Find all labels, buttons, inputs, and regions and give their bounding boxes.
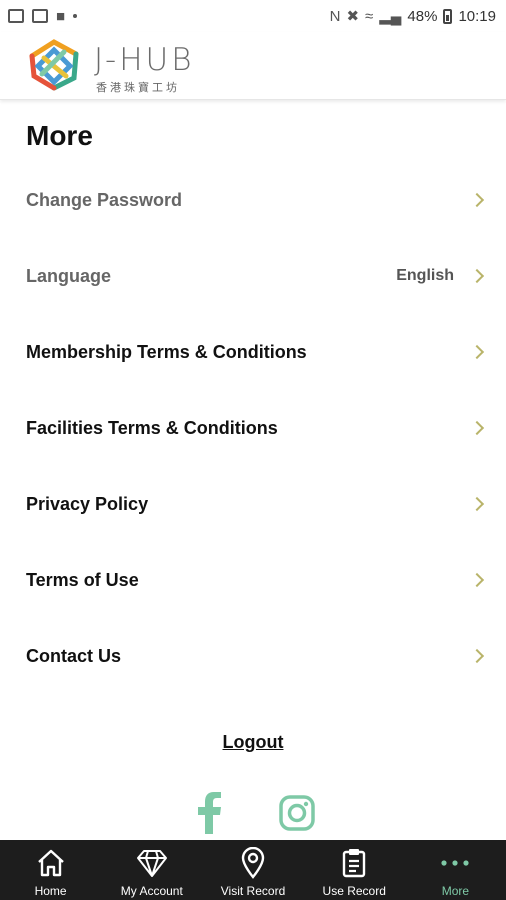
- menu-item-language[interactable]: Language English: [0, 238, 506, 314]
- logout-container: Logout: [0, 732, 506, 753]
- status-right: N ✖ ≈ ▂▄ 48% 10:19: [329, 7, 496, 26]
- clipboard-icon: [337, 846, 371, 880]
- menu-item-label: Change Password: [26, 189, 183, 210]
- shopping-bag-notification-icon: ■: [56, 7, 66, 25]
- menu-item-label: Facilities Terms & Conditions: [26, 417, 278, 438]
- menu-item-facilities-terms[interactable]: Facilities Terms & Conditions: [0, 390, 506, 466]
- status-bar: ■ N ✖ ≈ ▂▄ 48% 10:19: [0, 0, 506, 32]
- nav-visit-record[interactable]: Visit Record: [202, 840, 303, 900]
- nav-more[interactable]: More: [405, 840, 506, 900]
- menu-item-label: Terms of Use: [26, 569, 139, 590]
- settings-menu: Change Password Language English Members…: [0, 162, 506, 694]
- nav-label: Home: [34, 884, 67, 898]
- nav-label: Visit Record: [220, 884, 286, 898]
- language-value: English: [396, 267, 454, 284]
- chevron-right-icon: [469, 268, 485, 284]
- facebook-icon[interactable]: [186, 790, 232, 836]
- nav-label: More: [441, 884, 470, 898]
- logo-subtitle: 香港珠寶工坊: [96, 82, 180, 94]
- bottom-navigation: Home My Account Visit Record Use Record: [0, 840, 506, 900]
- nav-my-account[interactable]: My Account: [101, 840, 202, 900]
- menu-item-label: Privacy Policy: [26, 493, 149, 514]
- battery-percent: 48%: [407, 7, 438, 25]
- menu-item-terms-of-use[interactable]: Terms of Use: [0, 542, 506, 618]
- nfc-icon: N: [329, 7, 341, 25]
- chevron-right-icon: [469, 496, 485, 512]
- chevron-right-icon: [469, 344, 485, 360]
- diamond-icon: [135, 846, 169, 880]
- menu-item-contact-us[interactable]: Contact Us: [0, 618, 506, 694]
- more-notifications-icon: [73, 14, 78, 18]
- chevron-right-icon: [469, 648, 485, 664]
- image-notification-icon: [32, 9, 48, 23]
- clock: 10:19: [458, 7, 496, 25]
- menu-item-privacy-policy[interactable]: Privacy Policy: [0, 466, 506, 542]
- logo-text: J-HUB: [94, 42, 195, 78]
- chevron-right-icon: [469, 572, 485, 588]
- logout-link[interactable]: Logout: [223, 732, 284, 752]
- j-hub-logo-icon: [29, 39, 79, 91]
- signal-icon: ▂▄: [379, 8, 402, 25]
- page-title: More: [26, 120, 93, 151]
- gallery-notification-icon: [8, 9, 24, 23]
- social-links: [0, 790, 506, 836]
- nav-use-record[interactable]: Use Record: [304, 840, 405, 900]
- nav-label: My Account: [120, 884, 183, 898]
- menu-item-change-password[interactable]: Change Password: [0, 162, 506, 238]
- nav-home[interactable]: Home: [0, 840, 101, 900]
- menu-item-membership-terms[interactable]: Membership Terms & Conditions: [0, 314, 506, 390]
- nav-label: Use Record: [322, 884, 386, 898]
- app-header: J-HUB 香港珠寶工坊: [0, 32, 506, 100]
- menu-item-label: Language: [26, 265, 112, 286]
- more-dots-icon: [438, 846, 472, 880]
- home-icon: [34, 846, 68, 880]
- instagram-icon[interactable]: [274, 790, 320, 836]
- menu-item-label: Membership Terms & Conditions: [26, 341, 307, 362]
- battery-icon: [443, 8, 453, 24]
- wifi-icon: ≈: [365, 7, 374, 25]
- chevron-right-icon: [469, 420, 485, 436]
- menu-item-label: Contact Us: [26, 645, 122, 666]
- mute-icon: ✖: [346, 8, 360, 25]
- status-left: ■: [8, 7, 78, 25]
- location-pin-icon: [236, 846, 270, 880]
- chevron-right-icon: [469, 192, 485, 208]
